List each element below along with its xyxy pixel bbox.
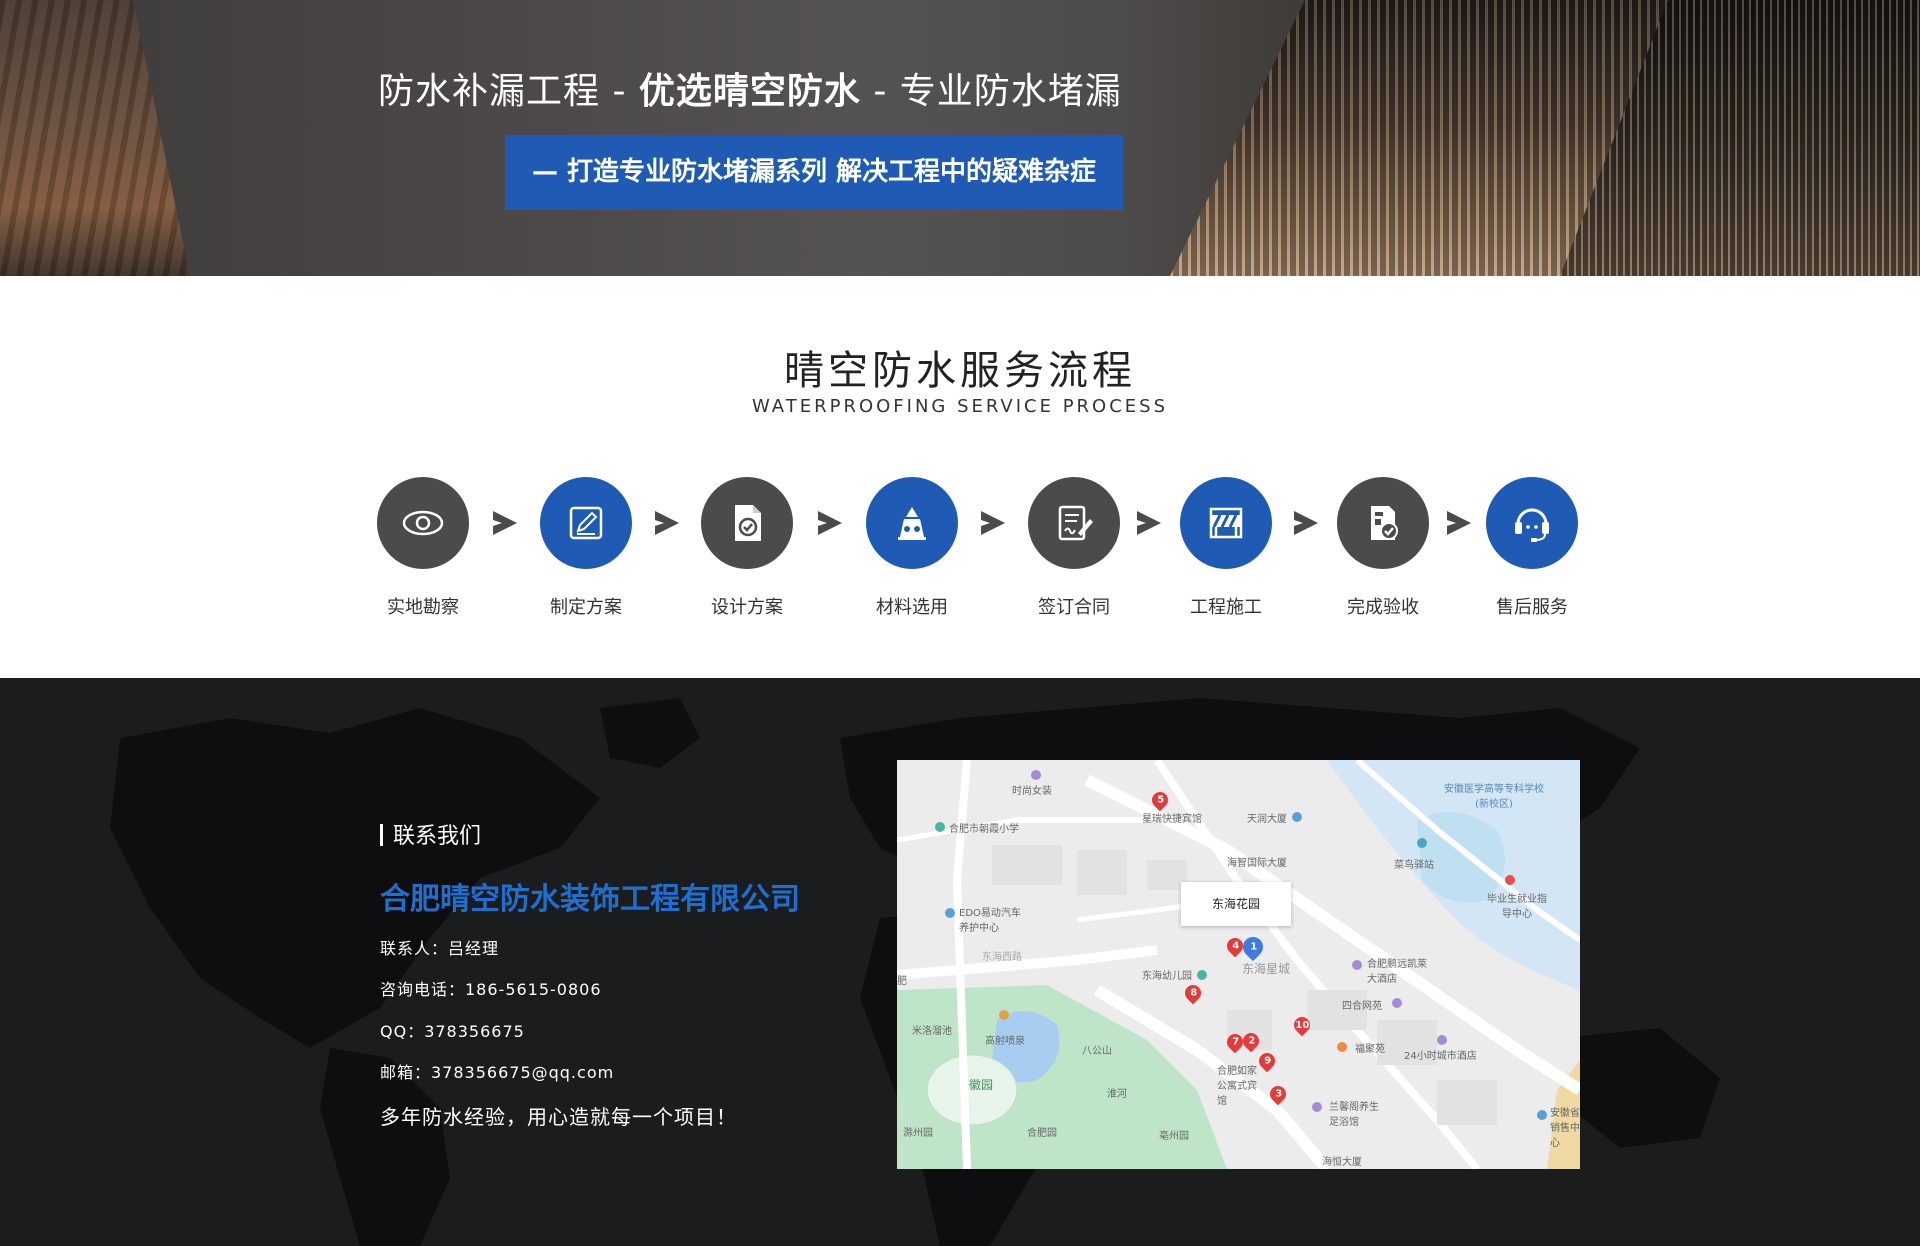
poi-icon xyxy=(1437,1035,1447,1045)
headset-icon xyxy=(1486,477,1578,569)
building-left-image xyxy=(0,0,190,276)
map-label: 福聚苑 xyxy=(1355,1044,1385,1055)
contact-qq: QQ：378356675 xyxy=(380,1022,525,1041)
map-label: 海恒大厦 xyxy=(1322,1157,1362,1168)
poi-icon xyxy=(1417,838,1427,848)
map-label: 东海星城 xyxy=(1242,962,1291,976)
headline-part1: 防水补漏工程 - xyxy=(378,71,639,112)
map-label: 毕业生就业指导中心 xyxy=(1487,894,1547,920)
process-step-aftersales: 售后服务 xyxy=(1452,477,1612,619)
step-label: 设计方案 xyxy=(711,597,783,618)
step-label: 制定方案 xyxy=(550,597,622,618)
contract-sign-icon xyxy=(1028,477,1120,569)
edit-icon xyxy=(540,477,632,569)
company-name: 合肥晴空防水装饰工程有限公司 xyxy=(380,882,800,917)
process-step-material: 材料选用 xyxy=(832,477,992,619)
contact-person: 联系人：吕经理 xyxy=(380,939,500,958)
map-label: 滁州园 xyxy=(903,1128,933,1139)
location-map[interactable]: 时尚女装 星瑞快捷宾馆 天润大厦 安徽医学高等专科学校(新校区) 合肥市朝霞小学… xyxy=(897,760,1580,1169)
pin-number: 5 xyxy=(1156,794,1164,806)
map-location-tooltip: 东海花园 xyxy=(1181,882,1291,926)
poi-icon xyxy=(999,1010,1009,1020)
step-label: 实地勘察 xyxy=(387,597,459,618)
section-subtitle: WATERPROOFING SERVICE PROCESS xyxy=(751,396,1169,417)
poi-icon xyxy=(1337,1042,1347,1052)
map-label: 菜鸟驿站 xyxy=(1394,860,1434,871)
pin-number: 1 xyxy=(1249,941,1257,953)
step-label: 完成验收 xyxy=(1347,597,1419,618)
poi-icon xyxy=(1292,812,1302,822)
map-label: 合肥园 xyxy=(1027,1128,1057,1139)
process-step-construction: 工程施工 xyxy=(1146,477,1306,619)
map-label: 安徽省销售中心 xyxy=(1550,1108,1580,1149)
heading-bar xyxy=(380,824,383,846)
contact-slogan: 多年防水经验，用心造就每一个项目！ xyxy=(380,1105,737,1129)
process-step-acceptance: 完成验收 xyxy=(1303,477,1463,619)
headline-part2: - 专业防水堵漏 xyxy=(860,71,1122,112)
map-label: 亳州园 xyxy=(1159,1131,1189,1142)
map-label: 徽园 xyxy=(969,1078,994,1092)
heading-text: 联系我们 xyxy=(393,824,482,849)
step-label: 工程施工 xyxy=(1190,597,1262,618)
pin-number: 4 xyxy=(1231,940,1239,952)
map-label: 海智国际大厦 xyxy=(1227,858,1287,869)
map-label: 肥 xyxy=(897,976,907,987)
construction-barrier-icon xyxy=(1180,477,1272,569)
document-check-icon xyxy=(701,477,793,569)
poi-icon xyxy=(1505,875,1515,885)
eye-icon xyxy=(377,477,469,569)
process-step-survey: 实地勘察 xyxy=(343,477,503,619)
pin-number: 3 xyxy=(1274,1088,1282,1100)
map-label: 东海西路 xyxy=(982,952,1022,963)
step-label: 材料选用 xyxy=(876,597,948,618)
poi-icon xyxy=(1197,970,1207,980)
service-process-section: 晴空防水服务流程 WATERPROOFING SERVICE PROCESS 实… xyxy=(0,276,1920,678)
contact-section: 联系我们 合肥晴空防水装饰工程有限公司 联系人：吕经理 咨询电话：186-561… xyxy=(0,678,1920,1246)
contact-heading: 联系我们 xyxy=(380,818,481,850)
pin-number: 2 xyxy=(1247,1035,1255,1047)
map-label: 时尚女装 xyxy=(1012,786,1052,797)
map-label: 兰馨阁养生足浴馆 xyxy=(1329,1102,1379,1128)
poi-icon xyxy=(945,908,955,918)
map-label: 米洛溜池 xyxy=(912,1026,952,1037)
material-icon xyxy=(866,477,958,569)
poi-icon xyxy=(935,822,945,832)
map-label: 八公山 xyxy=(1082,1046,1112,1057)
step-label: 签订合同 xyxy=(1038,597,1110,618)
map-label: 合肥市朝霞小学 xyxy=(949,824,1019,835)
map-label: 四合网苑 xyxy=(1342,1001,1382,1012)
poi-icon xyxy=(1352,960,1362,970)
poi-icon xyxy=(1031,770,1041,780)
map-label: 星瑞快捷宾馆 xyxy=(1142,814,1202,825)
step-label: 售后服务 xyxy=(1496,597,1568,618)
map-label: 高射喷泉 xyxy=(985,1036,1025,1047)
map-label: 淮河 xyxy=(1107,1089,1127,1100)
map-label: 东海幼儿园 xyxy=(1142,971,1192,982)
pin-number: 8 xyxy=(1189,987,1197,999)
map-label: 安徽医学高等专科学校(新校区) xyxy=(1444,784,1544,810)
headline-bold: 优选晴空防水 xyxy=(638,71,861,112)
pin-number: 7 xyxy=(1231,1036,1239,1048)
map-label: 天润大厦 xyxy=(1247,814,1287,825)
contact-phone[interactable]: 咨询电话：186-5615-0806 xyxy=(380,976,602,1000)
hero-banner: 防水补漏工程 - 优选晴空防水 - 专业防水堵漏 — 打造专业防水堵漏系列 解决… xyxy=(0,0,1920,276)
section-title: 晴空防水服务流程 xyxy=(784,348,1136,394)
map-label: 合肥如家公寓式宾馆 xyxy=(1217,1066,1257,1107)
acceptance-check-icon xyxy=(1337,477,1429,569)
poi-icon xyxy=(1537,1110,1547,1120)
process-step-plan: 制定方案 xyxy=(506,477,666,619)
process-step-design: 设计方案 xyxy=(667,477,827,619)
hero-headline: 防水补漏工程 - 优选晴空防水 - 专业防水堵漏 xyxy=(378,62,1122,114)
contact-email[interactable]: 邮箱：378356675@qq.com xyxy=(380,1059,614,1083)
hero-slogan-banner: — 打造专业防水堵漏系列 解决工程中的疑难杂症 xyxy=(505,135,1123,210)
map-label: EDO易动汽车养护中心 xyxy=(959,908,1021,934)
pin-number: 10 xyxy=(1295,1019,1309,1031)
map-label: 24小时城市酒店 xyxy=(1404,1051,1477,1062)
poi-icon xyxy=(1312,1102,1322,1112)
pin-number: 9 xyxy=(1263,1055,1271,1067)
process-step-contract: 签订合同 xyxy=(994,477,1154,619)
map-label: 合肥鹏远凯莱大酒店 xyxy=(1367,959,1427,985)
poi-icon xyxy=(1392,998,1402,1008)
